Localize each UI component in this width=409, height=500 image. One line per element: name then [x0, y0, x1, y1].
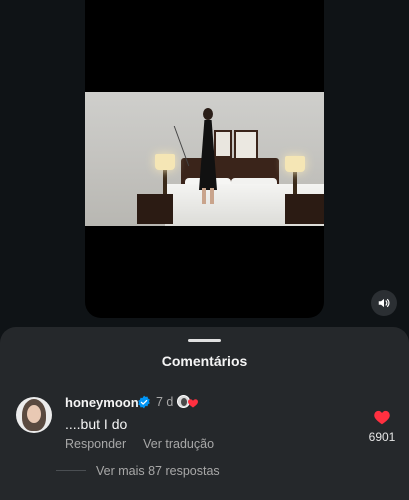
wall-picture — [234, 130, 258, 160]
comments-sheet: Comentários honeymoon 7 d ....but I do R… — [0, 327, 409, 500]
comment-text: ....but I do — [65, 416, 128, 432]
avatar[interactable] — [16, 397, 52, 433]
view-more-replies-button[interactable]: Ver mais 87 respostas — [96, 464, 220, 478]
video-frame[interactable] — [85, 92, 324, 226]
sheet-drag-handle[interactable] — [188, 339, 221, 342]
like-count: 6901 — [368, 430, 396, 444]
replies-divider — [56, 470, 86, 471]
reel-video-player[interactable] — [85, 0, 324, 318]
speaker-icon — [378, 298, 390, 308]
sheet-title: Comentários — [161, 353, 248, 369]
lamp — [285, 156, 305, 172]
heart-icon — [374, 410, 390, 425]
nightstand — [285, 194, 324, 224]
verified-badge-icon — [138, 395, 150, 409]
comment-like-button[interactable]: 6901 — [364, 409, 400, 444]
person-figure — [197, 108, 219, 204]
nightstand — [137, 194, 173, 224]
lamp — [155, 154, 175, 170]
creator-liked-heart-icon — [188, 399, 198, 408]
see-translation-button[interactable]: Ver tradução — [143, 437, 214, 451]
comment-actions: Responder Ver tradução — [65, 437, 214, 451]
lamp-stem — [163, 170, 167, 194]
comment-username[interactable]: honeymoon — [65, 395, 139, 410]
sound-toggle-button[interactable] — [371, 290, 397, 316]
reply-button[interactable]: Responder — [65, 437, 126, 451]
lamp-stem — [293, 172, 297, 194]
comment-timestamp: 7 d — [156, 395, 174, 409]
